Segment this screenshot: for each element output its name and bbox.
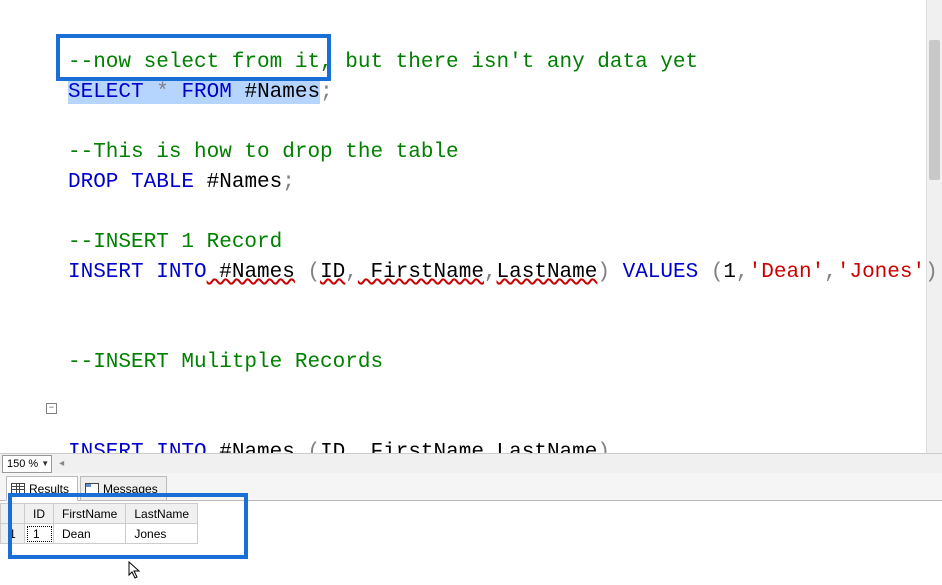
table-cell[interactable]: Dean	[54, 524, 126, 544]
sql-paren: (	[295, 441, 320, 453]
sql-paren: (	[295, 261, 320, 284]
code-content[interactable]: --now select from it, but there isn't an…	[68, 18, 938, 453]
tab-messages[interactable]: Messages	[80, 476, 167, 501]
sql-identifier: #Names	[194, 171, 282, 194]
sql-identifier: #Names	[207, 261, 295, 284]
sql-column: LastName	[497, 261, 598, 284]
sql-comma: ,	[345, 441, 358, 453]
results-grid[interactable]: ID FirstName LastName 1 1 Dean Jones	[0, 503, 198, 544]
sql-keyword: VALUES	[610, 261, 711, 284]
sql-column: ID	[320, 441, 345, 453]
sql-comma: ,	[345, 261, 358, 284]
sql-semicolon: ;	[320, 81, 333, 104]
sql-paren: )	[925, 261, 938, 284]
grid-icon	[11, 483, 25, 495]
sql-paren: )	[597, 261, 610, 284]
sql-string: 'Dean'	[749, 261, 825, 284]
tab-label: Results	[29, 482, 69, 496]
sql-identifier: #Names	[207, 441, 295, 453]
code-fold-gutter	[44, 0, 64, 453]
sql-semicolon: ;	[282, 171, 295, 194]
table-corner[interactable]	[1, 504, 25, 524]
sql-keyword: INTO	[144, 441, 207, 453]
row-number[interactable]: 1	[1, 524, 25, 544]
sql-comment: --This is how to drop the table	[68, 141, 459, 164]
chevron-down-icon: ▼	[41, 459, 49, 468]
table-cell[interactable]: Jones	[126, 524, 198, 544]
fold-toggle-icon[interactable]	[46, 403, 57, 414]
sql-paren: )	[597, 441, 610, 453]
sql-column: ID	[320, 261, 345, 284]
sql-string: 'Jones'	[837, 261, 925, 284]
sql-keyword: TABLE	[118, 171, 194, 194]
sql-column: LastName	[497, 441, 598, 453]
sql-comma: ,	[484, 261, 497, 284]
sql-token: *	[144, 81, 182, 104]
tab-label: Messages	[103, 482, 158, 496]
column-header[interactable]: LastName	[126, 504, 198, 524]
column-header[interactable]: FirstName	[54, 504, 126, 524]
results-pane: ID FirstName LastName 1 1 Dean Jones	[0, 501, 942, 585]
sql-identifier: #Names	[232, 81, 320, 104]
table-row[interactable]: 1 1 Dean Jones	[1, 524, 198, 544]
zoom-bar: 150 % ▼ ◂	[0, 453, 942, 473]
scroll-left-icon[interactable]: ◂	[54, 458, 69, 469]
sql-comma: ,	[824, 261, 837, 284]
sql-comment: --INSERT Mulitple Records	[68, 351, 383, 374]
sql-keyword: INTO	[144, 261, 207, 284]
code-editor[interactable]: --now select from it, but there isn't an…	[0, 0, 942, 453]
sql-keyword: FROM	[181, 81, 231, 104]
sql-column: FirstName	[358, 441, 484, 453]
table-cell[interactable]: 1	[25, 524, 54, 544]
sql-keyword: SELECT	[68, 81, 144, 104]
column-header[interactable]: ID	[25, 504, 54, 524]
sql-paren: (	[711, 261, 724, 284]
zoom-dropdown[interactable]: 150 % ▼	[2, 455, 52, 473]
tab-results[interactable]: Results	[6, 476, 78, 501]
results-tabs: Results Messages	[0, 473, 942, 501]
message-icon	[85, 483, 99, 495]
sql-comma: ,	[484, 441, 497, 453]
table-header-row: ID FirstName LastName	[1, 504, 198, 524]
sql-comma: ,	[736, 261, 749, 284]
sql-number: 1	[723, 261, 736, 284]
sql-keyword: INSERT	[68, 261, 144, 284]
sql-keyword: DROP	[68, 171, 118, 194]
sql-column: FirstName	[358, 261, 484, 284]
sql-comment: --now select from it, but there isn't an…	[68, 51, 698, 74]
zoom-value: 150 %	[7, 458, 38, 470]
sql-keyword: INSERT	[68, 441, 144, 453]
sql-comment: --INSERT 1 Record	[68, 231, 282, 254]
